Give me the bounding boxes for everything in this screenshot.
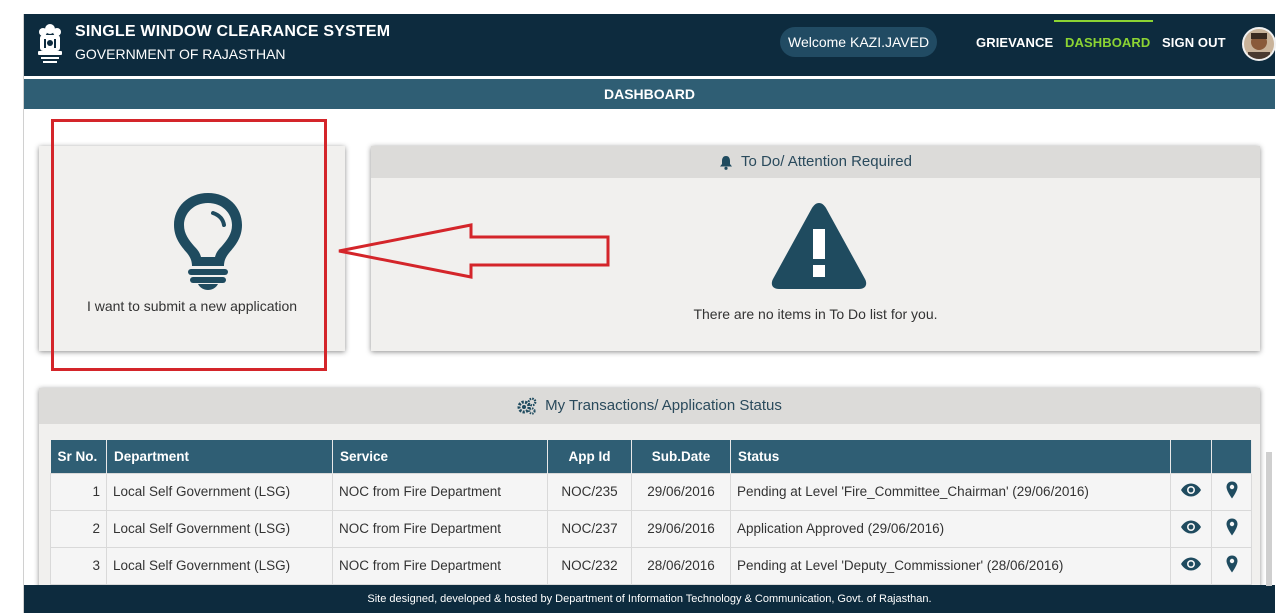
col-sub-date: Sub.Date — [631, 440, 731, 473]
state-emblem-icon — [38, 24, 62, 63]
track-button[interactable] — [1211, 546, 1252, 585]
transactions-title: My Transactions/ Application Status — [545, 397, 782, 414]
cell-app-id: NOC/237 — [547, 509, 632, 548]
nav-dashboard[interactable]: DASHBOARD — [1065, 35, 1150, 50]
cell-status: Pending at Level 'Fire_Committee_Chairma… — [730, 472, 1171, 511]
eye-icon — [1181, 557, 1201, 571]
annotation-arrow-icon — [338, 223, 610, 279]
cell-department: Local Self Government (LSG) — [106, 472, 333, 511]
col-status: Status — [730, 440, 1171, 473]
view-button[interactable] — [1170, 472, 1212, 511]
site-footer: Site designed, developed & hosted by Dep… — [24, 585, 1275, 613]
col-sr-no: Sr No. — [50, 440, 107, 473]
cell-status: Application Approved (29/06/2016) — [730, 509, 1171, 548]
annotation-highlight-box — [51, 119, 327, 371]
table-header-row: Sr No. Department Service App Id Sub.Dat… — [50, 440, 1252, 473]
warning-icon — [771, 203, 867, 289]
cell-service: NOC from Fire Department — [332, 472, 548, 511]
cell-app-id: NOC/232 — [547, 546, 632, 585]
transactions-table: Sr No. Department Service App Id Sub.Dat… — [50, 440, 1252, 585]
col-track — [1211, 440, 1252, 473]
nav-grievance[interactable]: GRIEVANCE — [976, 35, 1053, 50]
col-app-id: App Id — [547, 440, 632, 473]
map-marker-icon — [1226, 481, 1237, 499]
cell-status: Pending at Level 'Deputy_Commissioner' (… — [730, 546, 1171, 585]
bell-icon — [720, 155, 733, 170]
cell-service: NOC from Fire Department — [332, 509, 548, 548]
vertical-scrollbar[interactable] — [1266, 452, 1272, 586]
view-button[interactable] — [1170, 546, 1212, 585]
cell-sub-date: 29/06/2016 — [631, 509, 731, 548]
cell-service: NOC from Fire Department — [332, 546, 548, 585]
track-button[interactable] — [1211, 472, 1252, 511]
cell-sr: 3 — [50, 546, 107, 585]
user-avatar-icon — [1244, 29, 1274, 59]
nav-sign-out[interactable]: SIGN OUT — [1162, 35, 1226, 50]
table-row: 2 Local Self Government (LSG) NOC from F… — [50, 509, 1252, 548]
app-title: SINGLE WINDOW CLEARANCE SYSTEM — [75, 23, 391, 40]
transactions-panel-header: My Transactions/ Application Status — [39, 388, 1260, 424]
eye-icon — [1181, 520, 1201, 534]
cell-sub-date: 28/06/2016 — [631, 546, 731, 585]
cell-app-id: NOC/235 — [547, 472, 632, 511]
avatar[interactable] — [1242, 27, 1276, 61]
dashboard-bar: DASHBOARD — [24, 79, 1275, 109]
cell-sr: 1 — [50, 472, 107, 511]
transactions-panel: My Transactions/ Application Status Sr N… — [39, 388, 1260, 603]
cogs-icon — [517, 397, 537, 415]
track-button[interactable] — [1211, 509, 1252, 548]
todo-empty-message: There are no items in To Do list for you… — [693, 306, 938, 322]
cell-sub-date: 29/06/2016 — [631, 472, 731, 511]
active-nav-indicator — [1054, 20, 1153, 22]
welcome-badge: Welcome KAZI.JAVED — [780, 27, 938, 57]
cell-department: Local Self Government (LSG) — [106, 509, 333, 548]
eye-icon — [1181, 483, 1201, 497]
table-row: 3 Local Self Government (LSG) NOC from F… — [50, 546, 1252, 585]
todo-title: To Do/ Attention Required — [741, 153, 912, 170]
col-service: Service — [332, 440, 548, 473]
top-header: SINGLE WINDOW CLEARANCE SYSTEM GOVERNMEN… — [24, 14, 1276, 76]
cell-sr: 2 — [50, 509, 107, 548]
col-department: Department — [106, 440, 333, 473]
map-marker-icon — [1226, 555, 1237, 573]
col-view — [1170, 440, 1212, 473]
cell-department: Local Self Government (LSG) — [106, 546, 333, 585]
app-subtitle: GOVERNMENT OF RAJASTHAN — [75, 46, 286, 62]
todo-panel-header: To Do/ Attention Required — [371, 146, 1260, 178]
view-button[interactable] — [1170, 509, 1212, 548]
table-row: 1 Local Self Government (LSG) NOC from F… — [50, 472, 1252, 511]
map-marker-icon — [1226, 518, 1237, 536]
